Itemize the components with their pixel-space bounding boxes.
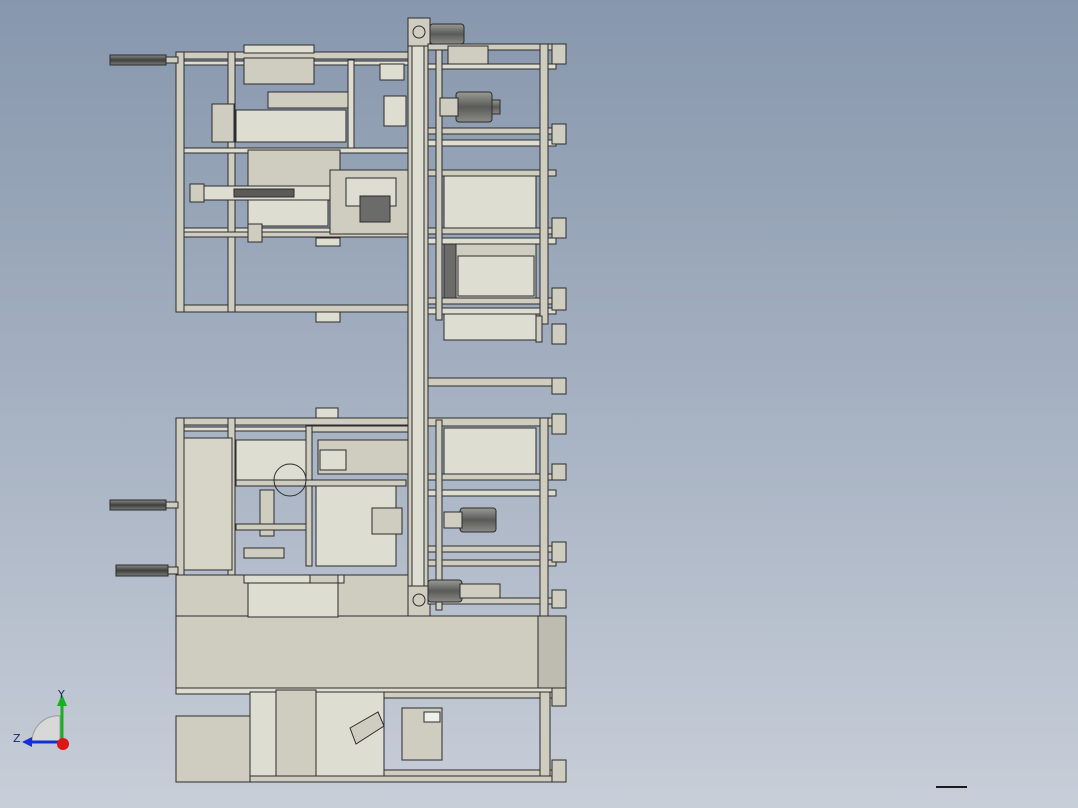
scale-bar [936,786,967,788]
bottom-base-module [175,574,567,783]
cad-viewport[interactable]: Y Z [0,0,1078,808]
upper-frame-module [109,44,413,323]
triad-arc-shape [31,715,61,743]
orientation-triad: Y Z [13,688,69,750]
machine-assembly-drawing[interactable] [0,0,1078,808]
z-axis-label: Z [13,732,21,745]
z-axis-arrowhead [22,737,32,747]
x-axis-dot [57,738,69,750]
y-axis-label: Y [57,688,65,701]
motor-middle [443,507,497,533]
lower-frame-module [109,407,413,579]
central-column [407,17,431,617]
motor-upper [439,91,501,123]
